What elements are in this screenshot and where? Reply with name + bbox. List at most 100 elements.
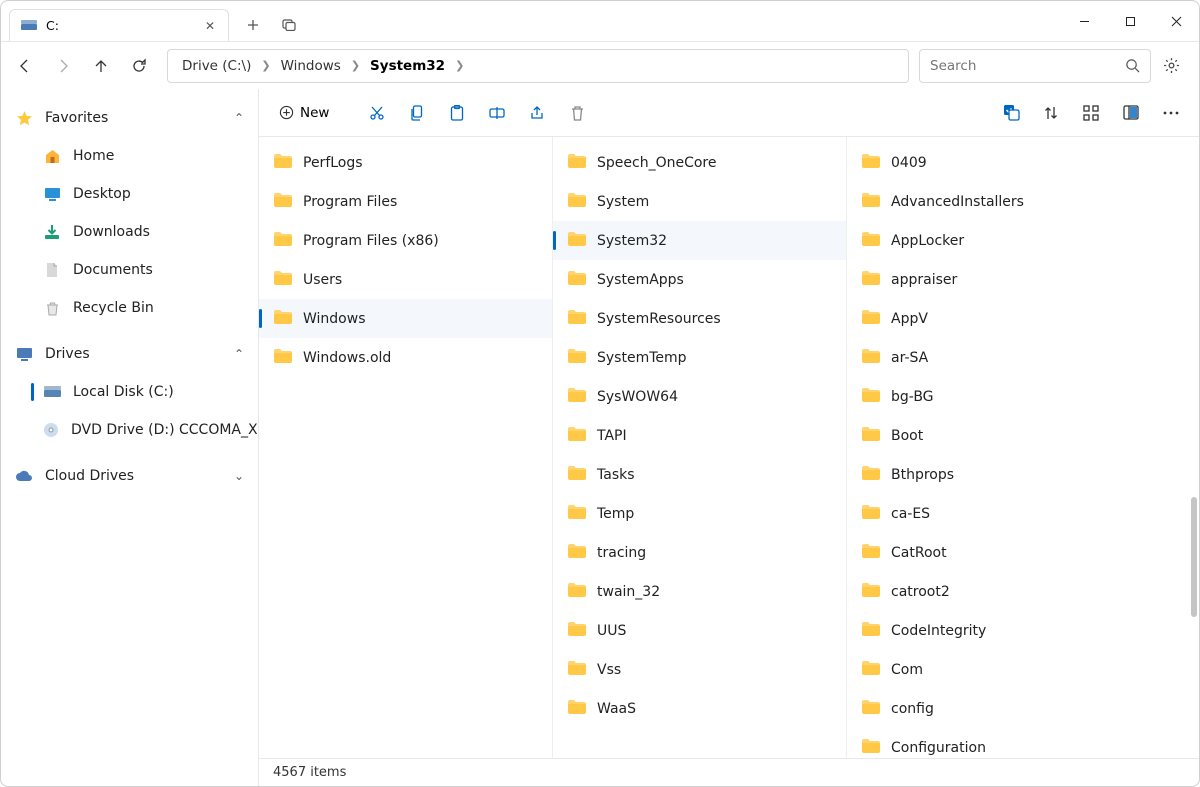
folder-item[interactable]: ar-SA: [847, 338, 1199, 377]
tab-overview-button[interactable]: [273, 11, 305, 39]
settings-button[interactable]: [1153, 48, 1189, 84]
folder-item[interactable]: AppLocker: [847, 221, 1199, 260]
folder-icon: [567, 426, 587, 446]
new-tab-button[interactable]: [237, 11, 269, 39]
tab-actions: [229, 9, 313, 41]
folder-item[interactable]: Windows: [259, 299, 552, 338]
folder-name: CatRoot: [891, 545, 947, 561]
folder-item[interactable]: ca-ES: [847, 494, 1199, 533]
folder-item[interactable]: Bthprops: [847, 455, 1199, 494]
layout-button[interactable]: [1113, 95, 1149, 131]
folder-item[interactable]: CodeIntegrity: [847, 611, 1199, 650]
folder-item[interactable]: Boot: [847, 416, 1199, 455]
folder-item[interactable]: WaaS: [553, 689, 846, 728]
sidebar-item-label: Local Disk (C:): [73, 384, 174, 400]
sidebar-item-label: Desktop: [73, 186, 131, 202]
folder-item[interactable]: AppV: [847, 299, 1199, 338]
folder-icon: [567, 348, 587, 368]
folder-item[interactable]: UUS: [553, 611, 846, 650]
more-button[interactable]: [1153, 95, 1189, 131]
tab-close-icon[interactable]: ✕: [202, 18, 218, 34]
folder-name: Windows: [303, 311, 366, 327]
sidebar-favorites-header[interactable]: Favorites ⌃: [1, 99, 258, 137]
folder-icon: [861, 153, 881, 173]
folder-item[interactable]: Configuration: [847, 728, 1199, 758]
up-button[interactable]: [83, 48, 119, 84]
sidebar-favorites-label: Favorites: [45, 110, 108, 126]
share-button[interactable]: [519, 95, 555, 131]
breadcrumb-segment[interactable]: Windows: [277, 56, 345, 76]
close-button[interactable]: [1153, 1, 1199, 41]
home-icon: [43, 147, 61, 165]
folder-item[interactable]: Program Files (x86): [259, 221, 552, 260]
sidebar-item[interactable]: Documents: [1, 251, 258, 289]
view-button[interactable]: [1073, 95, 1109, 131]
folder-icon: [861, 699, 881, 719]
maximize-button[interactable]: [1107, 1, 1153, 41]
breadcrumb[interactable]: Drive (C:\)❯Windows❯System32❯: [167, 49, 909, 83]
folder-name: twain_32: [597, 584, 660, 600]
folder-item[interactable]: Program Files: [259, 182, 552, 221]
scrollbar-thumb[interactable]: [1191, 497, 1197, 617]
back-button[interactable]: [7, 48, 43, 84]
folder-item[interactable]: Tasks: [553, 455, 846, 494]
folder-item[interactable]: tracing: [553, 533, 846, 572]
folder-icon: [861, 231, 881, 251]
sidebar-item[interactable]: Recycle Bin: [1, 289, 258, 327]
sidebar-item-label: Home: [73, 148, 114, 164]
paste-button[interactable]: [439, 95, 475, 131]
folder-item[interactable]: Vss: [553, 650, 846, 689]
sidebar-drives-header[interactable]: Drives ⌃: [1, 335, 258, 373]
folder-item[interactable]: SystemApps: [553, 260, 846, 299]
sidebar-cloud-header[interactable]: Cloud Drives ⌄: [1, 457, 258, 495]
folder-item[interactable]: Speech_OneCore: [553, 143, 846, 182]
sort-button[interactable]: [1033, 95, 1069, 131]
cloud-icon: [15, 467, 33, 485]
folder-item[interactable]: 0409: [847, 143, 1199, 182]
sidebar-item[interactable]: DVD Drive (D:) CCCOMA_X: [1, 411, 258, 449]
folder-item[interactable]: bg-BG: [847, 377, 1199, 416]
copy-button[interactable]: [399, 95, 435, 131]
folder-item[interactable]: twain_32: [553, 572, 846, 611]
delete-button[interactable]: [559, 95, 595, 131]
refresh-button[interactable]: [121, 48, 157, 84]
cut-button[interactable]: [359, 95, 395, 131]
folder-item[interactable]: System32: [553, 221, 846, 260]
folder-item[interactable]: Com: [847, 650, 1199, 689]
folder-item[interactable]: AdvancedInstallers: [847, 182, 1199, 221]
folder-icon: [567, 192, 587, 212]
folder-item[interactable]: config: [847, 689, 1199, 728]
folder-item[interactable]: PerfLogs: [259, 143, 552, 182]
select-button[interactable]: [993, 95, 1029, 131]
disk-icon: [43, 383, 61, 401]
window-tab[interactable]: C: ✕: [9, 9, 229, 41]
breadcrumb-segment[interactable]: System32: [366, 56, 449, 76]
sidebar-item-label: Downloads: [73, 224, 150, 240]
folder-item[interactable]: appraiser: [847, 260, 1199, 299]
minimize-button[interactable]: [1061, 1, 1107, 41]
breadcrumb-segment[interactable]: Drive (C:\): [178, 56, 255, 76]
folder-item[interactable]: Temp: [553, 494, 846, 533]
folder-icon: [273, 153, 293, 173]
folder-item[interactable]: Windows.old: [259, 338, 552, 377]
sidebar-item[interactable]: Downloads: [1, 213, 258, 251]
folder-item[interactable]: System: [553, 182, 846, 221]
sidebar-item[interactable]: Desktop: [1, 175, 258, 213]
desktop-icon: [43, 185, 61, 203]
folder-item[interactable]: TAPI: [553, 416, 846, 455]
folder-item[interactable]: Users: [259, 260, 552, 299]
folder-item[interactable]: CatRoot: [847, 533, 1199, 572]
folder-item[interactable]: catroot2: [847, 572, 1199, 611]
rename-button[interactable]: [479, 95, 515, 131]
search-box[interactable]: [919, 49, 1151, 83]
folder-item[interactable]: SystemTemp: [553, 338, 846, 377]
computer-icon: [15, 345, 33, 363]
folder-item[interactable]: SysWOW64: [553, 377, 846, 416]
forward-button[interactable]: [45, 48, 81, 84]
new-button[interactable]: New: [269, 97, 339, 129]
folder-item[interactable]: SystemResources: [553, 299, 846, 338]
chevron-down-icon: ⌄: [234, 469, 244, 483]
sidebar-item[interactable]: Home: [1, 137, 258, 175]
sidebar-item[interactable]: Local Disk (C:): [1, 373, 258, 411]
search-input[interactable]: [930, 58, 1117, 74]
